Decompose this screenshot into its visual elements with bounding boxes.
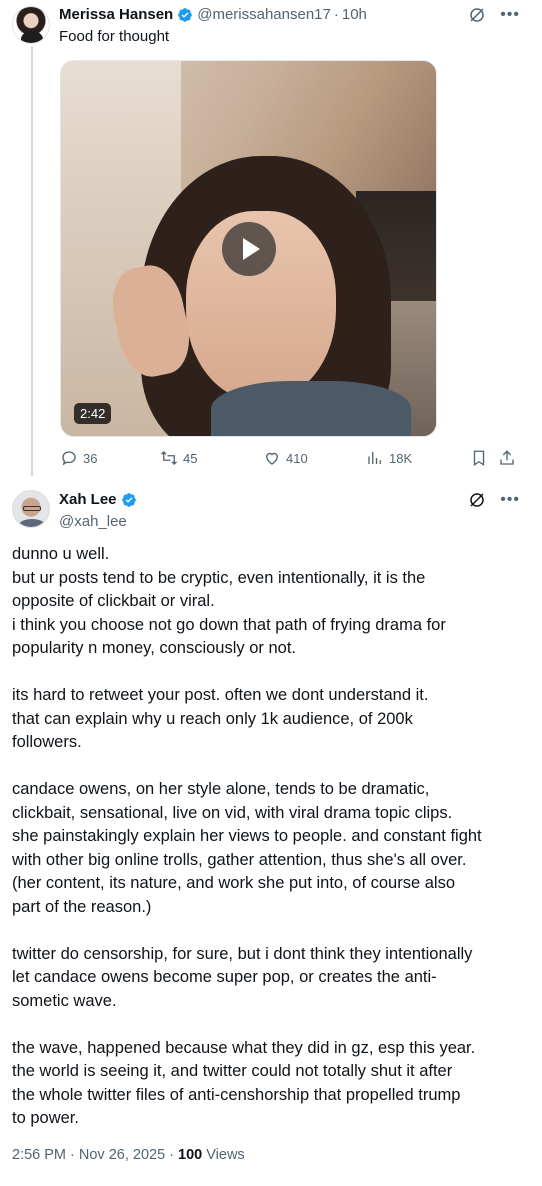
views-count: 18K xyxy=(389,450,413,466)
text-line: candace owens, on her style alone, tends… xyxy=(12,780,430,798)
video-player[interactable]: 2:42 xyxy=(60,60,437,437)
author-name[interactable]: Xah Lee xyxy=(59,491,117,508)
text-line: to power. xyxy=(12,1109,79,1127)
text-line: sometic wave. xyxy=(12,991,117,1010)
text-line: (her content, its nature, and work she p… xyxy=(12,874,455,892)
avatar[interactable] xyxy=(12,490,50,528)
retweet-icon xyxy=(161,451,177,465)
verified-badge-icon xyxy=(178,7,193,22)
views-button[interactable]: 18K xyxy=(366,449,412,467)
reply-button[interactable]: 36 xyxy=(60,449,97,467)
paragraph: the wave, happened because what they did… xyxy=(12,1037,522,1131)
more-icon[interactable]: ••• xyxy=(500,6,520,24)
bookmark-button[interactable] xyxy=(470,449,488,467)
text-line: clickbait, sensational, live on vid, wit… xyxy=(12,803,453,822)
main-tweet-top-actions: ••• xyxy=(468,491,520,509)
paragraph: candace owens, on her style alone, tends… xyxy=(12,778,522,919)
text-line: but ur posts tend to be cryptic, even in… xyxy=(12,568,426,587)
post-time[interactable]: 10h xyxy=(342,6,367,23)
text-line: popularity n money, consciously or not. xyxy=(12,639,297,657)
post-timestamp[interactable]: 2:56 PM · Nov 26, 2025 · xyxy=(12,1147,178,1163)
text-line: the whole twitter files of anti-censhors… xyxy=(12,1085,461,1104)
author-handle[interactable]: @xah_lee xyxy=(59,513,127,530)
more-icon[interactable]: ••• xyxy=(500,491,520,509)
text-line: with other big online trolls, gather att… xyxy=(12,850,467,869)
paragraph: twitter do censorship, for sure, but i d… xyxy=(12,943,522,1014)
author-name[interactable]: Merissa Hansen xyxy=(59,6,173,23)
play-button[interactable] xyxy=(222,222,276,276)
views-count: 100 xyxy=(178,1147,203,1163)
text-line: opposite of clickbait or viral. xyxy=(12,592,215,610)
tweet-text: Food for thought xyxy=(59,28,170,45)
bookmark-icon xyxy=(473,450,485,467)
parent-tweet-top-actions: ••• xyxy=(468,6,520,24)
author-handle[interactable]: @merissahansen17 xyxy=(197,6,331,23)
reply-icon xyxy=(62,451,76,466)
like-button[interactable]: 410 xyxy=(263,449,308,467)
parent-tweet-header: Merissa Hansen @merissahansen17 · 10h xyxy=(59,6,367,23)
views-label: Views xyxy=(202,1147,245,1163)
text-line: dunno u well. xyxy=(12,545,110,563)
verified-badge-icon xyxy=(121,492,136,507)
text-line: i think you choose not go down that path… xyxy=(12,615,446,634)
text-line: part of the reason.) xyxy=(12,897,152,916)
text-line: the wave, happened because what they did… xyxy=(12,1038,476,1057)
share-button[interactable] xyxy=(498,449,516,467)
tweet-action-bar: 36 45 410 18K xyxy=(60,449,522,471)
paragraph: dunno u well. but ur posts tend to be cr… xyxy=(12,543,522,661)
tweet-meta: 2:56 PM · Nov 26, 2025 · 100 Views xyxy=(12,1147,245,1163)
views-icon xyxy=(368,452,381,464)
reply-count: 36 xyxy=(83,450,98,466)
separator: · xyxy=(333,6,339,23)
text-line: its hard to retweet your post. often we … xyxy=(12,686,429,704)
parent-tweet[interactable]: Merissa Hansen @merissahansen17 · 10h ••… xyxy=(0,0,542,482)
text-line: let candace owens become super pop, or c… xyxy=(12,968,437,986)
text-line: she painstakingly explain her views to p… xyxy=(12,827,482,845)
video-duration: 2:42 xyxy=(74,403,112,424)
avatar[interactable] xyxy=(12,6,50,44)
like-icon xyxy=(266,452,278,465)
grok-icon[interactable] xyxy=(468,6,486,24)
main-tweet-author: Xah Lee xyxy=(59,491,141,508)
text-line: that can explain why u reach only 1k aud… xyxy=(12,709,413,728)
paragraph: its hard to retweet your post. often we … xyxy=(12,684,522,755)
retweet-count: 45 xyxy=(183,450,198,466)
main-tweet-text: dunno u well. but ur posts tend to be cr… xyxy=(12,543,522,1154)
text-line: the world is seeing it, and twitter coul… xyxy=(12,1062,453,1080)
retweet-button[interactable]: 45 xyxy=(160,449,197,467)
like-count: 410 xyxy=(286,450,308,466)
text-line: twitter do censorship, for sure, but i d… xyxy=(12,944,473,963)
share-icon xyxy=(500,450,514,465)
text-line: followers. xyxy=(12,733,82,751)
grok-icon[interactable] xyxy=(468,491,486,509)
